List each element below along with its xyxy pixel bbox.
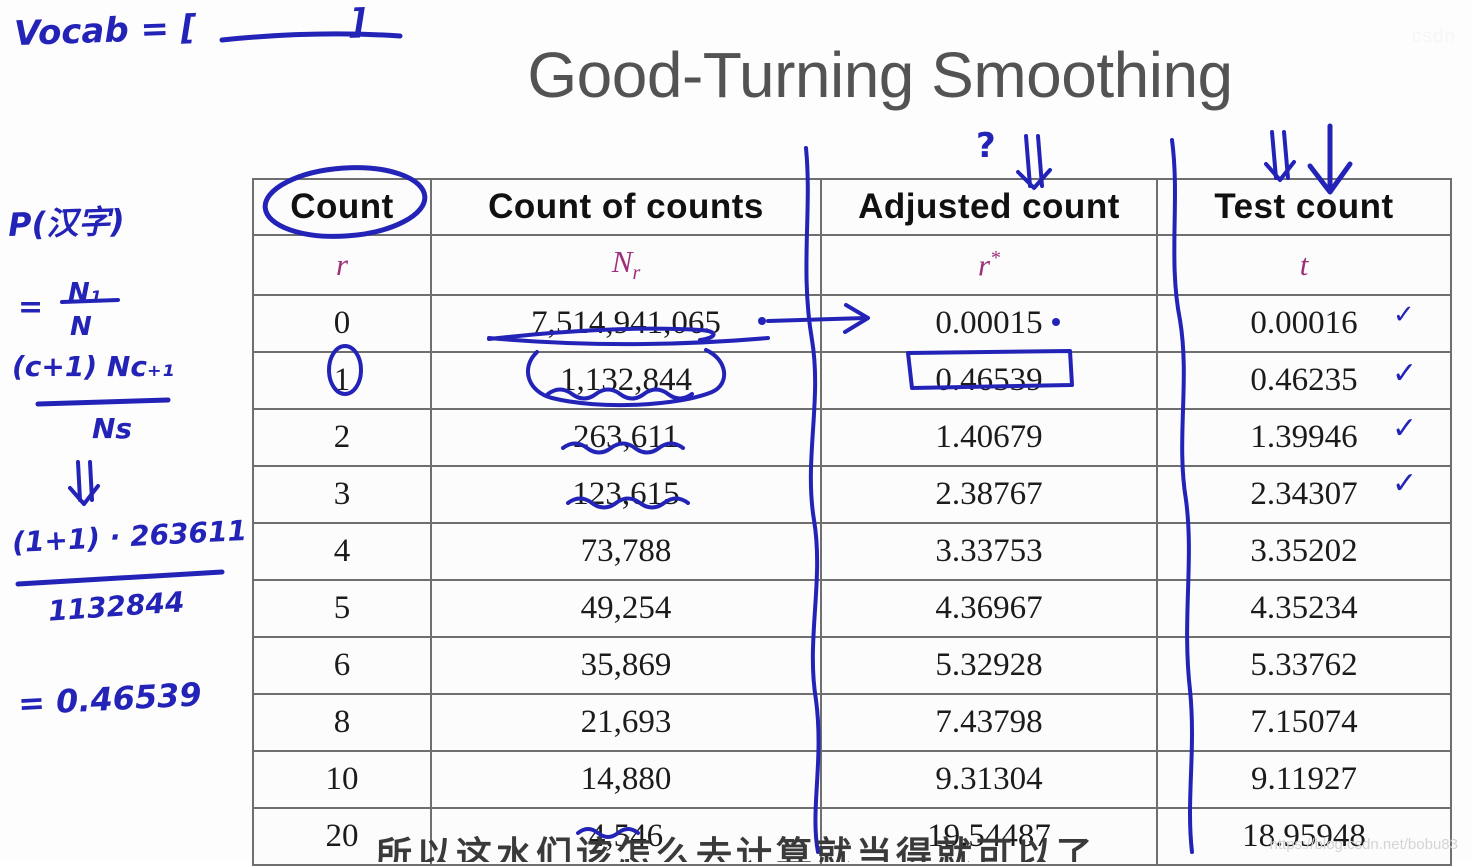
- symbol-test-count: t: [1156, 234, 1452, 296]
- slide-canvas: csdn Good-Turning Smoothing Count Count …: [0, 0, 1472, 866]
- annotation-result: = 0.46539: [17, 675, 203, 723]
- cell-test-count: 0.46235: [1156, 351, 1452, 410]
- annotation-probability: P(汉字): [7, 201, 126, 245]
- watermark-top: csdn: [1411, 26, 1456, 47]
- cell-count-of-counts: 49,254: [430, 579, 822, 638]
- watermark-bottom: https://blog.csdn.net/bobu83: [1269, 836, 1458, 853]
- table-row: 5 49,254 4.36967 4.35234: [252, 579, 1452, 638]
- double-arrow-2-shaft-a: [1270, 130, 1278, 180]
- left-double-arrow-shaft-b: [88, 460, 94, 502]
- symbol-adjusted-count: r*: [820, 234, 1158, 296]
- cell-count-of-counts: 263,611: [430, 408, 822, 467]
- cell-count: 2: [252, 408, 432, 467]
- annotation-fraction2-denominator: Nꜱ: [92, 412, 133, 445]
- fraction-bar-3: [15, 569, 225, 587]
- good-turning-table: Count Count of counts Adjusted count Tes…: [252, 178, 1452, 866]
- table-row: 2 263,611 1.40679 1.39946: [252, 408, 1452, 467]
- cell-count-of-counts: 35,869: [430, 636, 822, 695]
- cell-count: 3: [252, 465, 432, 524]
- cell-adjusted-count: 0.00015: [820, 294, 1158, 353]
- cell-adjusted-count: 7.43798: [820, 693, 1158, 752]
- annotation-fraction1-denominator: N: [70, 312, 92, 342]
- cell-adjusted-count: 5.32928: [820, 636, 1158, 695]
- cell-adjusted-count: 3.33753: [820, 522, 1158, 581]
- cell-test-count: 3.35202: [1156, 522, 1452, 581]
- cell-test-count: 5.33762: [1156, 636, 1452, 695]
- cell-adjusted-count: 0.46539: [820, 351, 1158, 410]
- table-row: 3 123,615 2.38767 2.34307: [252, 465, 1452, 524]
- column-header-count-of-counts: Count of counts: [430, 178, 822, 236]
- cell-count: 6: [252, 636, 432, 695]
- annotation-equals: =: [18, 290, 44, 325]
- table-header-row: Count Count of counts Adjusted count Tes…: [252, 178, 1452, 236]
- cell-count-of-counts: 14,880: [430, 750, 822, 809]
- fraction-bar-2: [35, 397, 171, 407]
- cell-test-count: 2.34307: [1156, 465, 1452, 524]
- left-double-arrow-head: [68, 484, 100, 506]
- cell-count: 10: [252, 750, 432, 809]
- cell-adjusted-count: 2.38767: [820, 465, 1158, 524]
- table-row: 8 21,693 7.43798 7.15074: [252, 693, 1452, 752]
- cell-adjusted-count: 9.31304: [820, 750, 1158, 809]
- table-symbol-row: r Nr r* t: [252, 234, 1452, 296]
- cell-count-of-counts: 1,132,844: [430, 351, 822, 410]
- cell-test-count: 9.11927: [1156, 750, 1452, 809]
- cell-test-count: 4.35234: [1156, 579, 1452, 638]
- left-double-arrow-shaft-a: [76, 460, 82, 502]
- annotation-vocab: Vocab = [ ]: [13, 1, 367, 55]
- table-body: r Nr r* t 0 7,514,941,065 0.00015 0.0001…: [252, 234, 1452, 866]
- double-arrow-2-shaft-b: [1282, 130, 1290, 180]
- cell-count: 4: [252, 522, 432, 581]
- cell-adjusted-count: 1.40679: [820, 408, 1158, 467]
- column-header-adjusted-count: Adjusted count: [820, 178, 1158, 236]
- table-row: 6 35,869 5.32928 5.33762: [252, 636, 1452, 695]
- cell-count: 5: [252, 579, 432, 638]
- table-row: 10 14,880 9.31304 9.11927: [252, 750, 1452, 809]
- cell-count: 1: [252, 351, 432, 410]
- column-header-test-count: Test count: [1156, 178, 1452, 236]
- table-row: 4 73,788 3.33753 3.35202: [252, 522, 1452, 581]
- symbol-count: r: [252, 234, 432, 296]
- cell-test-count: 0.00016: [1156, 294, 1452, 353]
- cell-count-of-counts: 7,514,941,065: [430, 294, 822, 353]
- cell-test-count: 1.39946: [1156, 408, 1452, 467]
- cell-count-of-counts: 123,615: [430, 465, 822, 524]
- annotation-fraction2-numerator: (c+1) Nᴄ₊₁: [12, 350, 174, 383]
- annotation-fraction3-numerator: (1+1) · 263611: [11, 513, 248, 560]
- cell-adjusted-count: 4.36967: [820, 579, 1158, 638]
- cell-count: 0: [252, 294, 432, 353]
- cell-count-of-counts: 21,693: [430, 693, 822, 752]
- table-row: 1 1,132,844 0.46539 0.46235: [252, 351, 1452, 410]
- page-title: Good-Turning Smoothing: [527, 39, 1233, 111]
- annotation-fraction3-denominator: 1132844: [47, 585, 186, 628]
- table-row: 0 7,514,941,065 0.00015 0.00016: [252, 294, 1452, 353]
- bottom-caption: 所以这水们该怎么去计算就当得就可以了: [375, 835, 1096, 862]
- annotation-question-mark: ?: [976, 126, 996, 166]
- cell-count: 8: [252, 693, 432, 752]
- column-header-count: Count: [252, 178, 432, 236]
- annotation-fraction1-numerator: N₁: [68, 278, 102, 308]
- symbol-count-of-counts: Nr: [430, 234, 822, 296]
- cell-test-count: 7.15074: [1156, 693, 1452, 752]
- cell-count-of-counts: 73,788: [430, 522, 822, 581]
